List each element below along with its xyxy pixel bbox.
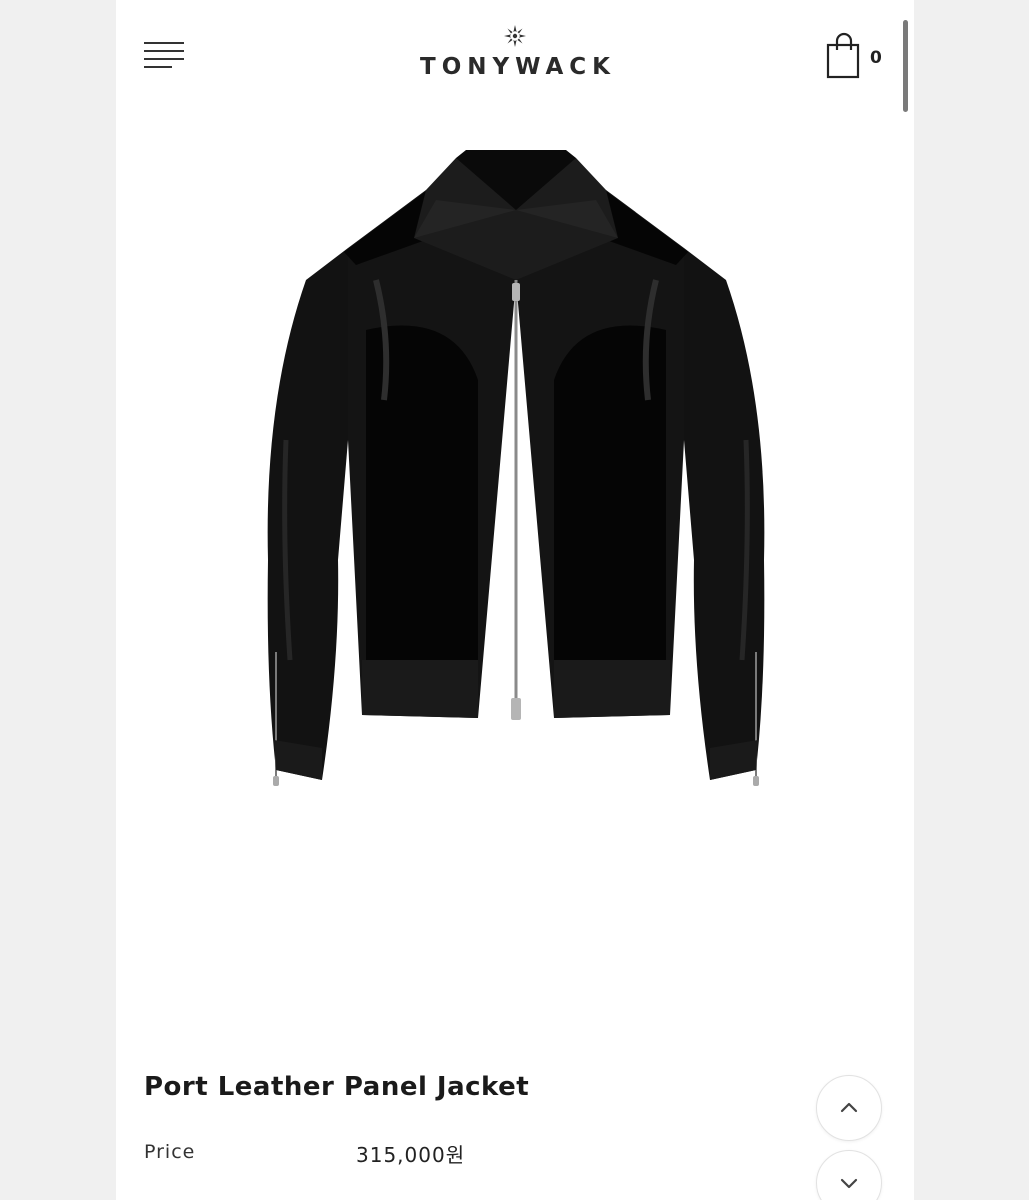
scrollbar-thumb[interactable] xyxy=(903,20,908,112)
jacket-image[interactable] xyxy=(216,140,816,830)
cross-logo-icon xyxy=(504,25,526,47)
price-label: Price xyxy=(144,1141,196,1163)
scroll-down-button[interactable] xyxy=(816,1150,882,1200)
brand-logo[interactable]: TONYWACK xyxy=(116,24,914,80)
chevron-down-icon xyxy=(840,1178,858,1189)
shopping-bag-icon xyxy=(826,32,860,79)
jacket-illustration xyxy=(267,150,765,786)
product-title: Port Leather Panel Jacket xyxy=(144,1072,530,1102)
price-value: 315,000원 xyxy=(356,1143,466,1167)
chevron-up-icon xyxy=(840,1102,858,1113)
scroll-up-button[interactable] xyxy=(816,1075,882,1141)
cart-count-badge: 0 xyxy=(870,48,882,68)
logo-text: TONYWACK xyxy=(420,54,616,80)
cart-button[interactable]: 0 xyxy=(826,32,886,82)
product-page: TONYWACK 0 Port Leather Panel Jacket Pri… xyxy=(116,0,914,1200)
